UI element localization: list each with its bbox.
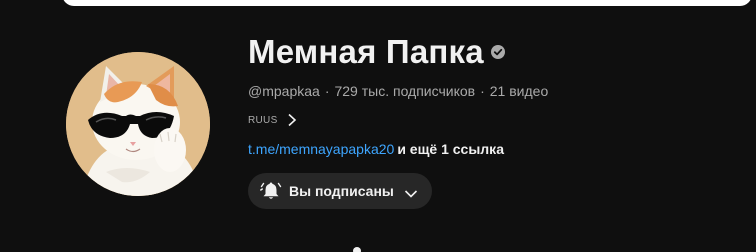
channel-meta: @mpapkaa · 729 тыс. подписчиков · 21 видео — [248, 83, 548, 99]
description-text: RUUS — [248, 114, 278, 126]
subscribed-label: Вы подписаны — [289, 183, 394, 199]
chevron-right-icon — [286, 113, 298, 127]
meta-separator: · — [324, 83, 330, 99]
chevron-down-icon — [404, 186, 418, 198]
channel-info: Мемная Папка @mpapkaa · 729 тыс. подписчик… — [248, 30, 548, 209]
meta-separator: · — [480, 83, 485, 99]
channel-title: Мемная Папка — [248, 33, 484, 70]
partial-icon — [353, 247, 361, 252]
more-links-button[interactable]: и ещё 1 ссылка — [397, 141, 504, 157]
video-count: 21 видео — [489, 83, 549, 99]
description-button[interactable]: RUUS — [248, 113, 308, 127]
subscribed-button[interactable]: Вы подписаны — [248, 173, 432, 209]
links-row: t.me/memnayapapka20 и ещё 1 ссылка — [248, 141, 548, 157]
channel-header: Мемная Папка @mpapkaa · 729 тыс. подписчик… — [0, 0, 756, 252]
channel-handle: @mpapkaa — [248, 83, 320, 99]
telegram-link[interactable]: t.me/memnayapapka20 — [248, 141, 394, 157]
verified-icon — [490, 45, 505, 59]
title-row: Мемная Папка — [248, 30, 548, 74]
top-banner — [62, 0, 752, 6]
bell-icon — [260, 180, 282, 202]
subscriber-count: 729 тыс. подписчиков — [334, 83, 476, 99]
channel-avatar[interactable] — [66, 42, 210, 206]
